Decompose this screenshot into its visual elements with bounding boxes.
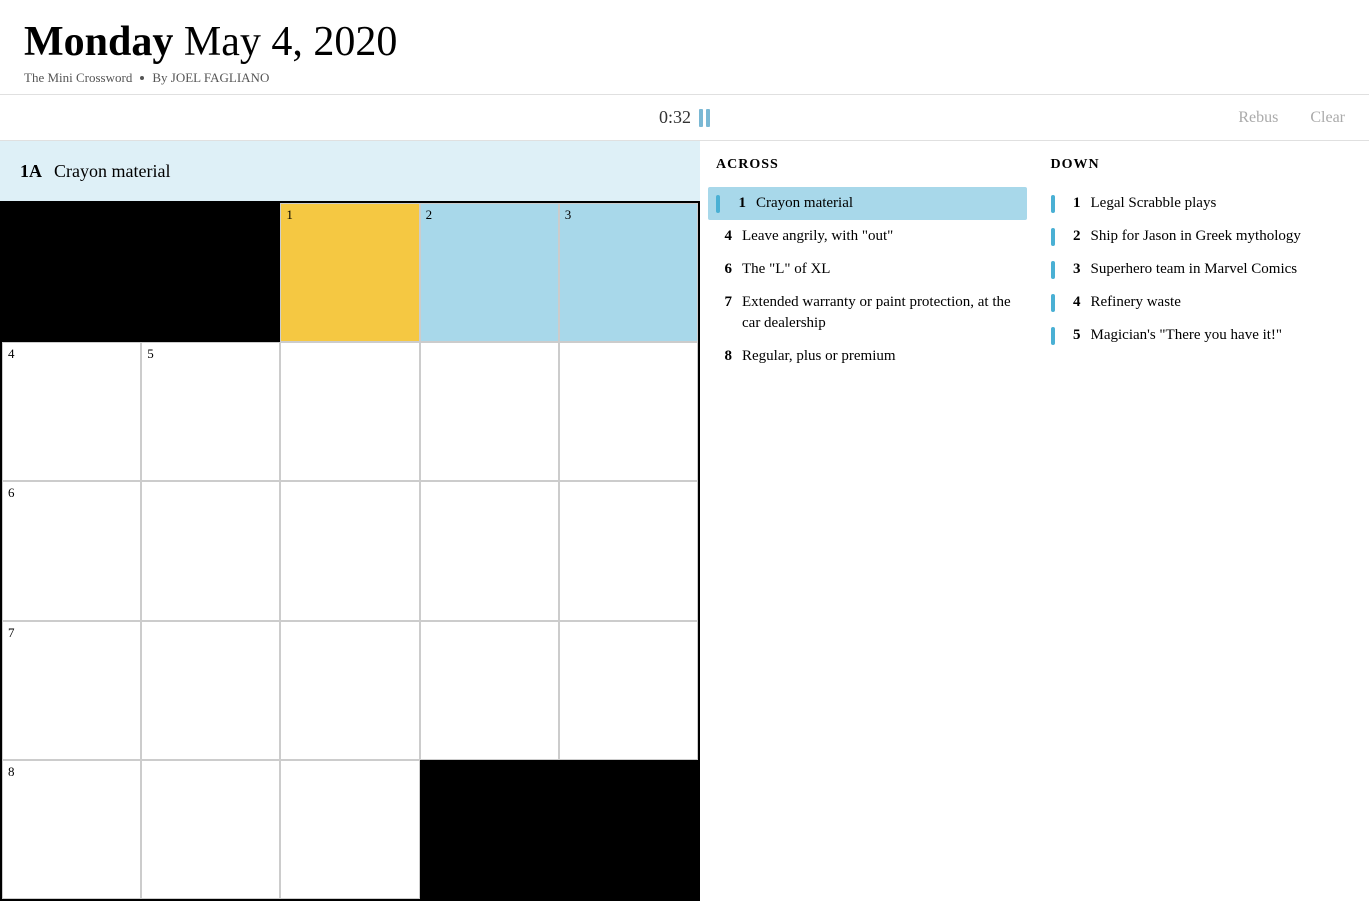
cell-number: 5 bbox=[147, 347, 154, 360]
grid-cell[interactable]: 3 bbox=[559, 203, 698, 342]
clue-number: 1 bbox=[730, 193, 746, 214]
day-label: Monday bbox=[24, 19, 173, 65]
grid-cell[interactable] bbox=[280, 481, 419, 620]
clue-number: 6 bbox=[716, 259, 732, 280]
grid-cell[interactable] bbox=[559, 481, 698, 620]
toolbar: 0:32 Rebus Clear bbox=[0, 95, 1369, 141]
down-clue-item[interactable]: 2 Ship for Jason in Greek mythology bbox=[1051, 220, 1354, 253]
across-clue-item[interactable]: 6 The "L" of XL bbox=[716, 253, 1019, 286]
clue-text: Ship for Jason in Greek mythology bbox=[1091, 226, 1301, 247]
clues-section: ACROSS 1 Crayon material 4 Leave angrily, w… bbox=[700, 141, 1369, 901]
grid-cell[interactable] bbox=[420, 342, 559, 481]
grid-cell[interactable]: 2 bbox=[420, 203, 559, 342]
clue-text: Superhero team in Marvel Comics bbox=[1091, 259, 1298, 280]
down-clue-item[interactable]: 4 Refinery waste bbox=[1051, 286, 1354, 319]
grid-cell[interactable] bbox=[420, 481, 559, 620]
grid-cell bbox=[2, 203, 141, 342]
down-clue-list: 1 Legal Scrabble plays 2 Ship for Jason in … bbox=[1051, 187, 1354, 352]
across-clues-column: ACROSS 1 Crayon material 4 Leave angrily, w… bbox=[716, 141, 1019, 901]
clue-number: 1 bbox=[1065, 193, 1081, 214]
grid-cell[interactable] bbox=[141, 760, 280, 899]
cell-number: 8 bbox=[8, 765, 15, 778]
grid-cell[interactable] bbox=[559, 621, 698, 760]
cell-number: 4 bbox=[8, 347, 15, 360]
clue-text: Legal Scrabble plays bbox=[1091, 193, 1217, 214]
grid-cell[interactable]: 1 bbox=[280, 203, 419, 342]
clue-text: Regular, plus or premium bbox=[742, 346, 896, 367]
timer-area: 0:32 bbox=[659, 107, 710, 128]
active-clue-text: Crayon material bbox=[54, 161, 170, 182]
grid-cell bbox=[141, 203, 280, 342]
main-content: 1A Crayon material 1 2 3 4 5 6 7 8 ACROSS 1 Cray… bbox=[0, 141, 1369, 901]
grid-cell[interactable] bbox=[280, 621, 419, 760]
grid-cell[interactable]: 4 bbox=[2, 342, 141, 481]
grid-cell[interactable] bbox=[280, 760, 419, 899]
clue-text: Magician's "There you have it!" bbox=[1091, 325, 1283, 346]
clue-text: Leave angrily, with "out" bbox=[742, 226, 893, 247]
down-title: DOWN bbox=[1051, 157, 1354, 173]
crossword-section: 1A Crayon material 1 2 3 4 5 6 7 8 bbox=[0, 141, 700, 901]
down-clue-bar bbox=[1051, 261, 1055, 279]
clue-text: Extended warranty or paint protection, a… bbox=[742, 292, 1019, 334]
crossword-grid: 1 2 3 4 5 6 7 8 bbox=[0, 201, 700, 901]
clue-number: 4 bbox=[716, 226, 732, 247]
clue-number: 2 bbox=[1065, 226, 1081, 247]
clue-text: Crayon material bbox=[756, 193, 853, 214]
byline-area: The Mini Crossword By JOEL FAGLIANO bbox=[24, 70, 1345, 86]
clue-number: 3 bbox=[1065, 259, 1081, 280]
down-clues-column: DOWN 1 Legal Scrabble plays 2 Ship for Jaso… bbox=[1051, 141, 1354, 901]
across-clue-item[interactable]: 8 Regular, plus or premium bbox=[716, 340, 1019, 373]
cell-number: 7 bbox=[8, 626, 15, 639]
subtitle: The Mini Crossword bbox=[24, 70, 132, 86]
down-clue-bar bbox=[1051, 228, 1055, 246]
grid-cell[interactable]: 6 bbox=[2, 481, 141, 620]
rebus-button[interactable]: Rebus bbox=[1238, 109, 1278, 127]
page-title: Monday May 4, 2020 bbox=[24, 18, 1345, 66]
cell-number: 1 bbox=[286, 208, 293, 221]
grid-cell bbox=[559, 760, 698, 899]
down-clue-item[interactable]: 3 Superhero team in Marvel Comics bbox=[1051, 253, 1354, 286]
pause-button[interactable] bbox=[699, 109, 710, 127]
byline-text: By JOEL FAGLIANO bbox=[152, 70, 269, 86]
clue-number: 8 bbox=[716, 346, 732, 367]
clue-number: 4 bbox=[1065, 292, 1081, 313]
down-clue-item[interactable]: 5 Magician's "There you have it!" bbox=[1051, 319, 1354, 352]
clue-banner: 1A Crayon material bbox=[0, 141, 700, 201]
grid-cell[interactable]: 8 bbox=[2, 760, 141, 899]
clue-number: 5 bbox=[1065, 325, 1081, 346]
grid-container: 1 2 3 4 5 6 7 8 bbox=[0, 201, 700, 901]
cell-number: 2 bbox=[426, 208, 433, 221]
down-clue-bar bbox=[1051, 195, 1055, 213]
grid-cell[interactable] bbox=[141, 621, 280, 760]
grid-cell[interactable] bbox=[559, 342, 698, 481]
clue-text: Refinery waste bbox=[1091, 292, 1181, 313]
page-header: Monday May 4, 2020 The Mini Crossword By… bbox=[0, 0, 1369, 95]
across-clue-item[interactable]: 1 Crayon material bbox=[708, 187, 1027, 220]
across-title: ACROSS bbox=[716, 157, 1019, 173]
active-clue-bar bbox=[716, 195, 720, 213]
down-clue-item[interactable]: 1 Legal Scrabble plays bbox=[1051, 187, 1354, 220]
toolbar-right: Rebus Clear bbox=[1238, 109, 1345, 127]
across-clue-item[interactable]: 7 Extended warranty or paint protection, … bbox=[716, 286, 1019, 340]
grid-cell[interactable] bbox=[280, 342, 419, 481]
across-clue-item[interactable]: 4 Leave angrily, with "out" bbox=[716, 220, 1019, 253]
date-label: May 4, 2020 bbox=[184, 19, 398, 65]
down-clue-bar bbox=[1051, 327, 1055, 345]
cell-number: 3 bbox=[565, 208, 572, 221]
clue-text: The "L" of XL bbox=[742, 259, 830, 280]
cell-number: 6 bbox=[8, 486, 15, 499]
across-clue-list: 1 Crayon material 4 Leave angrily, with "ou… bbox=[716, 187, 1019, 373]
grid-cell bbox=[420, 760, 559, 899]
grid-cell[interactable] bbox=[141, 481, 280, 620]
down-clue-bar bbox=[1051, 294, 1055, 312]
active-clue-number: 1A bbox=[20, 161, 42, 182]
grid-cell[interactable]: 7 bbox=[2, 621, 141, 760]
clue-number: 7 bbox=[716, 292, 732, 313]
clear-button[interactable]: Clear bbox=[1310, 109, 1345, 127]
timer-display: 0:32 bbox=[659, 107, 691, 128]
dot-separator bbox=[140, 76, 144, 80]
grid-cell[interactable] bbox=[420, 621, 559, 760]
grid-cell[interactable]: 5 bbox=[141, 342, 280, 481]
